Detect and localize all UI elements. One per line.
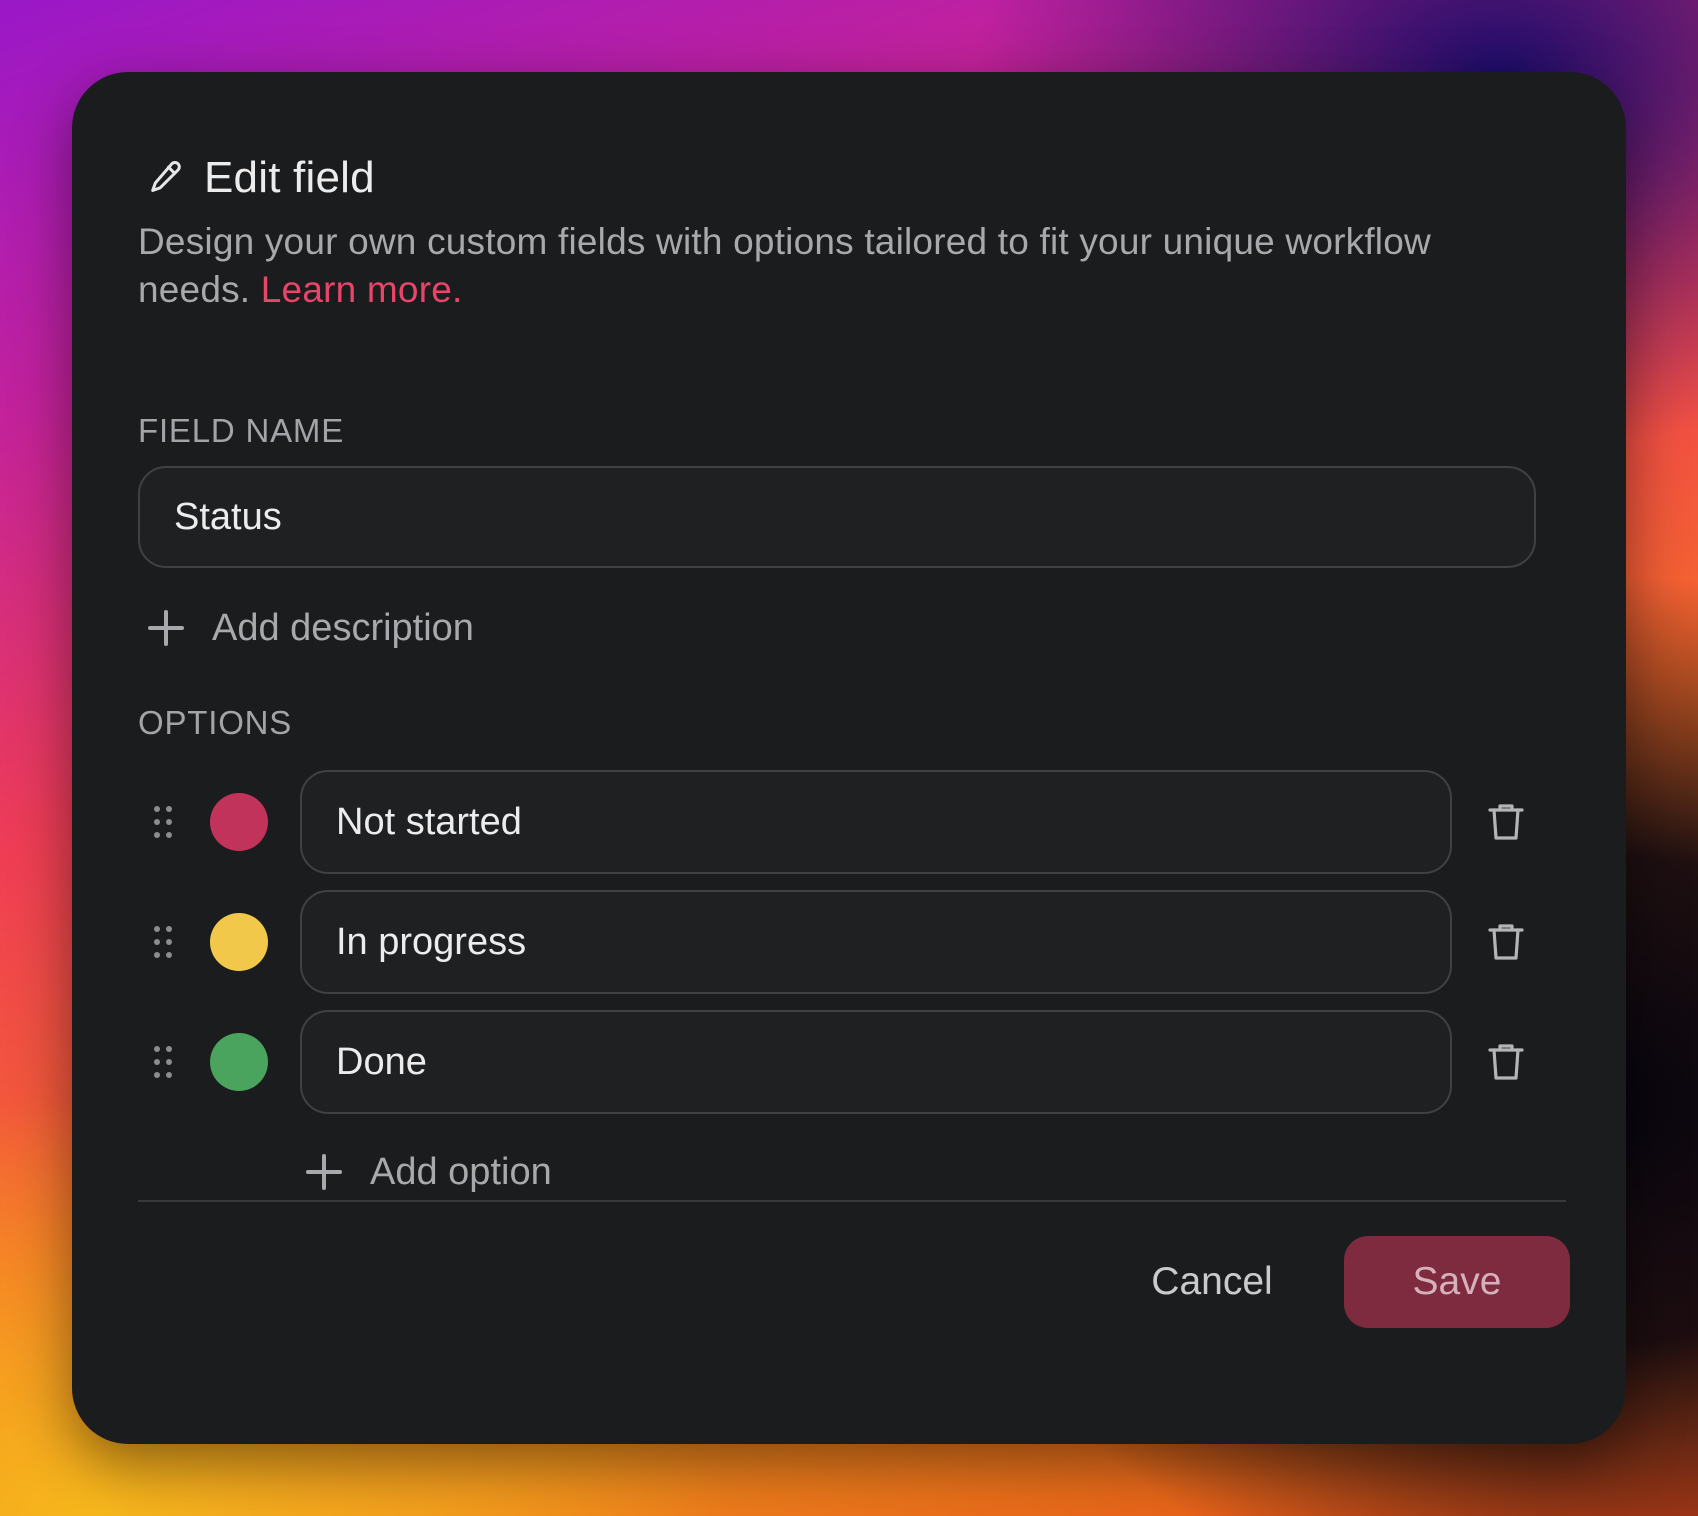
plus-icon <box>148 610 184 646</box>
option-row <box>138 770 1538 874</box>
option-row <box>138 890 1538 994</box>
option-row <box>138 1010 1538 1114</box>
dialog-description: Design your own custom fields with optio… <box>138 218 1468 314</box>
learn-more-link[interactable]: Learn more. <box>261 269 463 310</box>
pencil-icon <box>144 156 188 200</box>
drag-handle-icon[interactable] <box>154 1046 174 1078</box>
trash-icon[interactable] <box>1482 1038 1530 1086</box>
options-label: OPTIONS <box>138 704 293 741</box>
dialog-header: Edit field <box>144 148 375 208</box>
add-option-button[interactable]: Add option <box>306 1142 552 1202</box>
footer-divider <box>138 1200 1566 1202</box>
drag-handle-icon[interactable] <box>154 806 174 838</box>
dialog-title: Edit field <box>204 153 375 202</box>
add-option-label: Add option <box>370 1150 552 1193</box>
trash-icon[interactable] <box>1482 798 1530 846</box>
cancel-button[interactable]: Cancel <box>1132 1236 1292 1328</box>
field-name-label: FIELD NAME <box>138 412 345 449</box>
add-description-button[interactable]: Add description <box>148 598 474 658</box>
option-input[interactable] <box>300 1010 1452 1114</box>
drag-handle-icon[interactable] <box>154 926 174 958</box>
option-color-swatch[interactable] <box>210 793 268 851</box>
option-color-swatch[interactable] <box>210 1033 268 1091</box>
option-input[interactable] <box>300 890 1452 994</box>
field-name-input[interactable] <box>138 466 1536 568</box>
trash-icon[interactable] <box>1482 918 1530 966</box>
edit-field-dialog: Edit field Design your own custom fields… <box>72 72 1626 1444</box>
plus-icon <box>306 1154 342 1190</box>
save-button[interactable]: Save <box>1344 1236 1570 1328</box>
option-input[interactable] <box>300 770 1452 874</box>
add-description-label: Add description <box>212 606 474 649</box>
option-color-swatch[interactable] <box>210 913 268 971</box>
